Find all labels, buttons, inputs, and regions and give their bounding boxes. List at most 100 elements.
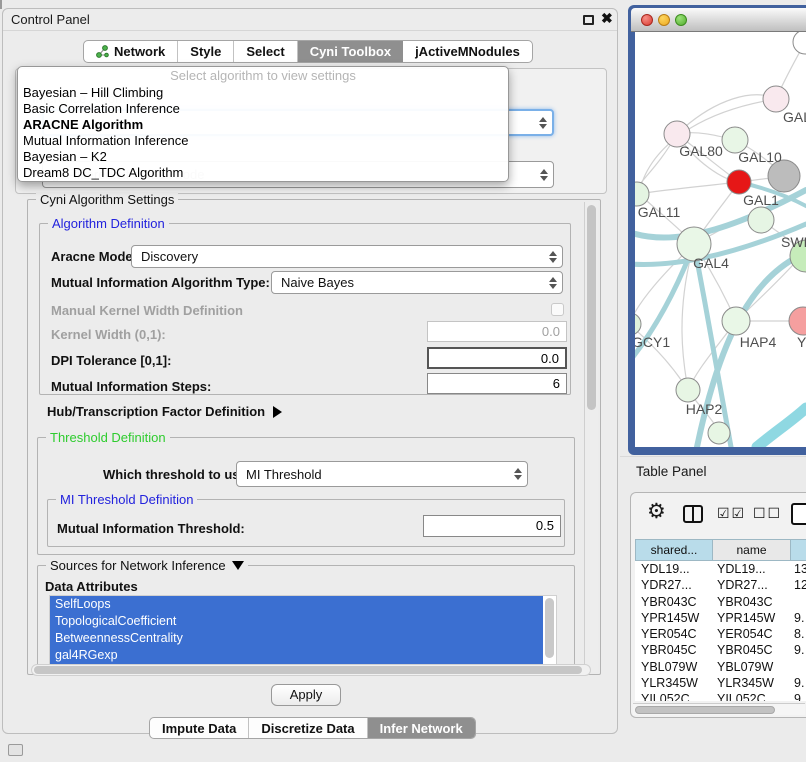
- table-row[interactable]: YLR345WYLR345W9.: [635, 675, 806, 691]
- gear-icon[interactable]: ⚙: [647, 501, 666, 523]
- which-threshold-value: MI Threshold: [237, 467, 509, 482]
- node-mid-green[interactable]: [748, 207, 774, 233]
- dropdown-item[interactable]: Dream8 DC_TDC Algorithm: [18, 165, 508, 181]
- table-row[interactable]: YDR27...YDR27...12: [635, 577, 806, 593]
- node-unlabeled[interactable]: [793, 32, 806, 54]
- tab-infer-network-label: Infer Network: [380, 721, 463, 736]
- dropdown-item[interactable]: Basic Correlation Inference: [18, 101, 508, 117]
- cell: YLR345W: [635, 675, 713, 691]
- attribute-item[interactable]: BetweennessCentrality: [50, 630, 544, 647]
- hub-definition-expander[interactable]: Hub/Transcription Factor Definition: [47, 404, 282, 419]
- settings-vertical-scrollbar[interactable]: [584, 202, 598, 672]
- table-row[interactable]: YBR045CYBR045C9.: [635, 642, 806, 658]
- node-gal11[interactable]: [635, 182, 649, 206]
- scrollbar-thumb[interactable]: [34, 666, 582, 674]
- which-threshold-label: Which threshold to use:: [103, 467, 251, 482]
- collapsed-panel-icon[interactable]: [8, 744, 23, 756]
- tab-network[interactable]: Network: [84, 41, 178, 62]
- algorithm-dropdown-popup: Select algorithm to view settings Bayesi…: [17, 66, 509, 182]
- node-gcy1[interactable]: [635, 313, 641, 335]
- control-panel-titlebar: Control Panel ✖: [3, 9, 617, 31]
- manual-kernel-checkbox[interactable]: [551, 303, 564, 316]
- document-icon[interactable]: [791, 503, 806, 525]
- table-row[interactable]: YPR145WYPR145W9.: [635, 610, 806, 626]
- which-threshold-combobox[interactable]: MI Threshold: [236, 461, 528, 487]
- close-icon[interactable]: ✖: [601, 10, 613, 27]
- node-label: GAL80: [679, 143, 723, 159]
- column-header-partial[interactable]: [791, 539, 806, 561]
- cell: 12: [791, 577, 806, 593]
- cell: 9.: [791, 610, 806, 626]
- stepper-icon: [544, 251, 562, 263]
- tab-style[interactable]: Style: [178, 41, 234, 62]
- table-row[interactable]: YBL079WYBL079W: [635, 659, 806, 675]
- node-gal1[interactable]: [727, 170, 751, 194]
- close-traffic-light[interactable]: [641, 14, 653, 26]
- tab-network-label: Network: [114, 44, 165, 59]
- aracne-mode-combobox[interactable]: Discovery: [131, 245, 563, 268]
- attribute-item[interactable]: TopologicalCoefficient: [50, 613, 544, 630]
- cell: [791, 594, 806, 610]
- scrollbar-thumb[interactable]: [545, 598, 554, 658]
- minimize-traffic-light[interactable]: [658, 14, 670, 26]
- mi-steps-field[interactable]: 6: [427, 373, 567, 394]
- apply-button[interactable]: Apply: [271, 684, 341, 706]
- cell: YDR27...: [635, 577, 713, 593]
- table-horizontal-scrollbar[interactable]: [633, 703, 805, 715]
- float-window-icon[interactable]: [583, 15, 594, 25]
- node-bottom-green[interactable]: [708, 422, 730, 444]
- panel-divider: [620, 456, 806, 457]
- dropdown-item[interactable]: Mutual Information Inference: [18, 133, 508, 149]
- tab-select[interactable]: Select: [234, 41, 297, 62]
- screen-edge-artifact: [0, 0, 2, 9]
- tab-impute-data[interactable]: Impute Data: [150, 718, 249, 738]
- scrollbar-thumb[interactable]: [587, 205, 596, 410]
- kernel-width-field[interactable]: 0.0: [427, 321, 567, 342]
- cell: 9.: [791, 642, 806, 658]
- network-canvas[interactable]: GAL GAL80 GAL10 GAL1 GAL11 SWI4 GAL4 GCY…: [635, 32, 806, 447]
- node-hap4[interactable]: [722, 307, 750, 335]
- table-panel-card: ⚙ ☑☑ ☐☐ shared... name YDL19...YDL19...1…: [630, 492, 806, 718]
- table-row[interactable]: YIL052CYIL052C9: [635, 691, 806, 701]
- attribute-item[interactable]: SelfLoops: [50, 596, 544, 613]
- cyni-bottom-tabbar: Impute Data Discretize Data Infer Networ…: [149, 717, 476, 739]
- attribute-item[interactable]: gal4RGexp: [50, 647, 544, 664]
- scrollbar-thumb[interactable]: [635, 706, 775, 714]
- mi-type-combobox[interactable]: Naive Bayes: [271, 271, 563, 294]
- deselect-all-checkboxes-icon[interactable]: ☐☐: [753, 505, 782, 522]
- tab-discretize-data[interactable]: Discretize Data: [249, 718, 367, 738]
- mi-threshold-field[interactable]: 0.5: [423, 515, 561, 537]
- settings-horizontal-scrollbar[interactable]: [31, 664, 591, 676]
- split-column-icon[interactable]: [683, 505, 703, 523]
- zoom-traffic-light[interactable]: [675, 14, 687, 26]
- dropdown-item-aracne[interactable]: ARACNE Algorithm: [18, 117, 508, 133]
- column-header-shared[interactable]: shared...: [635, 539, 713, 561]
- algorithm-definition-title: Algorithm Definition: [48, 216, 169, 231]
- tab-jactivemnodules[interactable]: jActiveMNodules: [403, 41, 532, 62]
- node-label: Y: [797, 334, 806, 350]
- node-label: GAL10: [738, 149, 782, 165]
- network-window-titlebar[interactable]: [631, 8, 806, 32]
- sources-title-row[interactable]: Sources for Network Inference: [46, 558, 248, 573]
- node-salmon[interactable]: [789, 307, 806, 335]
- cell: [791, 659, 806, 675]
- dropdown-item[interactable]: Bayesian – Hill Climbing: [18, 85, 508, 101]
- manual-kernel-label: Manual Kernel Width Definition: [51, 303, 243, 318]
- cell: YPR145W: [635, 610, 713, 626]
- attributes-scrollbar[interactable]: [543, 596, 556, 664]
- dropdown-item[interactable]: Bayesian – K2: [18, 149, 508, 165]
- select-all-checkboxes-icon[interactable]: ☑☑: [717, 505, 746, 522]
- tab-cyni-toolbox[interactable]: Cyni Toolbox: [298, 41, 403, 62]
- cell: YPR145W: [713, 610, 791, 626]
- node-hap2[interactable]: [676, 378, 700, 402]
- tab-infer-network[interactable]: Infer Network: [368, 718, 475, 738]
- dpi-tolerance-field[interactable]: 0.0: [427, 347, 567, 369]
- sources-title: Sources for Network Inference: [50, 558, 226, 573]
- table-row[interactable]: YER054CYER054C8.: [635, 626, 806, 642]
- table-row[interactable]: YDL19...YDL19...13: [635, 561, 806, 577]
- node-label: HAP4: [740, 334, 777, 350]
- cell: YLR345W: [713, 675, 791, 691]
- tab-style-label: Style: [190, 44, 221, 59]
- table-row[interactable]: YBR043CYBR043C: [635, 594, 806, 610]
- column-header-name[interactable]: name: [713, 539, 791, 561]
